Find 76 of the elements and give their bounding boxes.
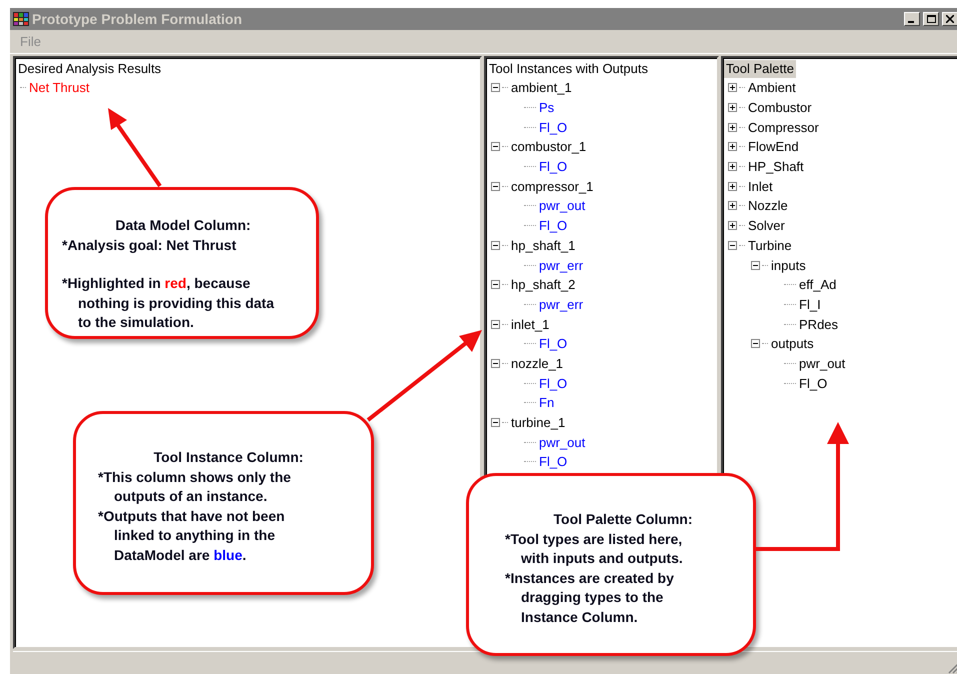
column-header: Tool Instances with Outputs: [488, 60, 649, 78]
tree-item[interactable]: outputs: [771, 336, 814, 352]
collapse-icon[interactable]: [751, 339, 760, 348]
tree-item[interactable]: Nozzle: [748, 198, 788, 214]
collapse-icon[interactable]: [751, 260, 760, 270]
tree-item[interactable]: Fl_O: [539, 120, 568, 135]
callout-heading: Tool Instance Column:: [152, 448, 304, 467]
tree-item[interactable]: eff_Ad: [799, 277, 836, 292]
tree-item[interactable]: combustor_1: [511, 139, 586, 154]
tree-item[interactable]: Solver: [748, 218, 785, 234]
tree-item[interactable]: compressor_1: [511, 178, 594, 194]
callout-text: *Outputs that have not been linked to anything in the DataModel are blue.: [98, 506, 286, 564]
collapse-icon[interactable]: [491, 418, 500, 428]
tree-item[interactable]: turbine_1: [511, 415, 566, 430]
tree-item[interactable]: Fl_O: [539, 376, 568, 391]
expand-icon[interactable]: [728, 201, 738, 210]
window-title: Prototype Problem Formulation: [32, 11, 244, 27]
callout-heading: Data Model Column:: [114, 216, 252, 235]
expand-icon[interactable]: [728, 142, 738, 152]
maximize-button[interactable]: [923, 12, 939, 26]
expand-icon[interactable]: [728, 162, 738, 172]
expand-icon[interactable]: [728, 221, 738, 230]
tree-item[interactable]: pwr_out: [799, 356, 846, 371]
maximize-icon: [926, 15, 936, 23]
collapse-icon[interactable]: [728, 240, 738, 250]
callout-text: *Tool types are listed here, with inputs and outputs.: [505, 530, 684, 568]
tree-item[interactable]: Fl_I: [799, 296, 821, 312]
tree-item[interactable]: Fl_O: [539, 159, 568, 174]
tree-item[interactable]: PRdes: [799, 316, 838, 332]
tree-item[interactable]: hp_shaft_1: [511, 238, 576, 253]
tree-item[interactable]: Fl_O: [799, 376, 828, 391]
tree-item[interactable]: inlet_1: [511, 316, 550, 332]
callout-text: *Analysis goal: Net Thrust: [62, 236, 238, 255]
tree-item[interactable]: Ambient: [748, 80, 796, 96]
collapse-icon[interactable]: [491, 142, 500, 152]
tree-item[interactable]: FlowEnd: [748, 139, 799, 154]
resize-grip-icon[interactable]: [948, 662, 957, 674]
tree-item[interactable]: inputs: [771, 258, 806, 273]
callout-text: *This column shows only the outputs of an instance.: [98, 468, 292, 506]
tree-item[interactable]: Net Thrust: [29, 80, 90, 96]
collapse-icon[interactable]: [491, 240, 500, 250]
tree-item[interactable]: pwr_out: [539, 198, 586, 214]
expand-icon[interactable]: [728, 83, 738, 92]
tree-item[interactable]: hp_shaft_2: [511, 277, 576, 292]
tree-item[interactable]: Inlet: [748, 178, 773, 194]
minimize-button[interactable]: [904, 12, 920, 26]
callout-text: *Instances are created by dragging types to the Instance Column.: [505, 568, 675, 626]
tree-item[interactable]: HP_Shaft: [748, 159, 804, 174]
collapse-icon[interactable]: [491, 182, 500, 191]
collapse-icon[interactable]: [491, 83, 500, 92]
expand-icon[interactable]: [728, 103, 738, 112]
tree-item[interactable]: nozzle_1: [511, 356, 564, 371]
tree-item[interactable]: Fl_O: [539, 218, 568, 234]
callout-heading: Tool Palette Column:: [552, 510, 694, 529]
tree-item[interactable]: pwr_out: [539, 434, 586, 450]
tree-item[interactable]: pwr_err: [539, 258, 584, 273]
column-header[interactable]: Tool Palette: [724, 60, 796, 78]
app-icon: [13, 12, 29, 26]
tree-item[interactable]: Fl_O: [539, 454, 568, 470]
tree-item[interactable]: Compressor: [748, 120, 819, 135]
collapse-icon[interactable]: [491, 280, 500, 290]
tree-item[interactable]: pwr_err: [539, 296, 584, 312]
expand-icon[interactable]: [728, 122, 738, 132]
close-button[interactable]: [942, 12, 957, 26]
collapse-icon[interactable]: [491, 358, 500, 368]
tree-item[interactable]: Fn: [539, 395, 554, 410]
tree-item[interactable]: ambient_1: [511, 80, 572, 96]
tree-item[interactable]: Ps: [539, 100, 554, 116]
tree-item[interactable]: Combustor: [748, 100, 812, 116]
callout-text: *Highlighted in red, because nothing is providing this data to the simulation.: [62, 274, 276, 332]
tree-item[interactable]: Turbine: [748, 238, 792, 253]
tree-item[interactable]: Fl_O: [539, 336, 568, 352]
collapse-icon[interactable]: [491, 320, 500, 329]
column-header: Desired Analysis Results: [17, 60, 162, 78]
expand-icon[interactable]: [728, 182, 738, 191]
close-icon: [946, 15, 954, 23]
